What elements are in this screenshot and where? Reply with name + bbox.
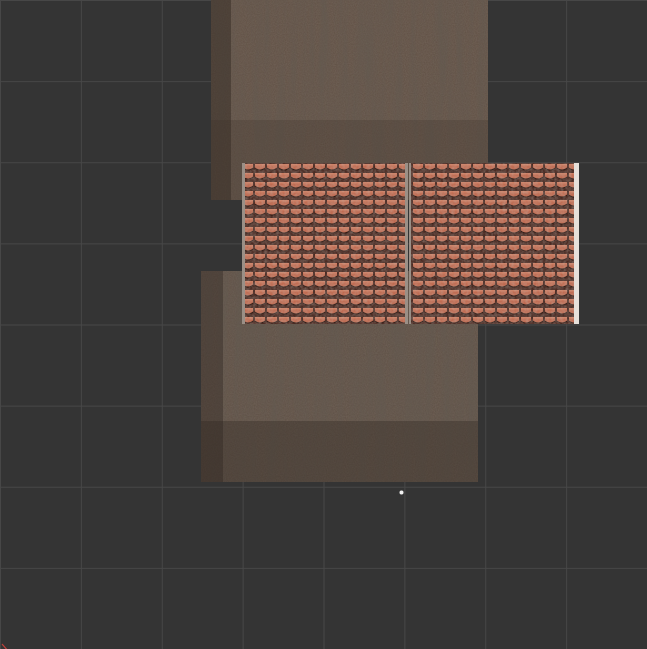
pivot-point-icon[interactable] bbox=[399, 480, 404, 495]
uv-island-roof-right[interactable] bbox=[409, 163, 579, 324]
uv-island-roof-left[interactable] bbox=[242, 163, 408, 324]
roof-tile-texture bbox=[409, 163, 579, 324]
uv-editor-viewport[interactable] bbox=[0, 0, 647, 649]
uv-origin-icon bbox=[1, 638, 11, 649]
roof-tile-texture bbox=[242, 163, 408, 324]
